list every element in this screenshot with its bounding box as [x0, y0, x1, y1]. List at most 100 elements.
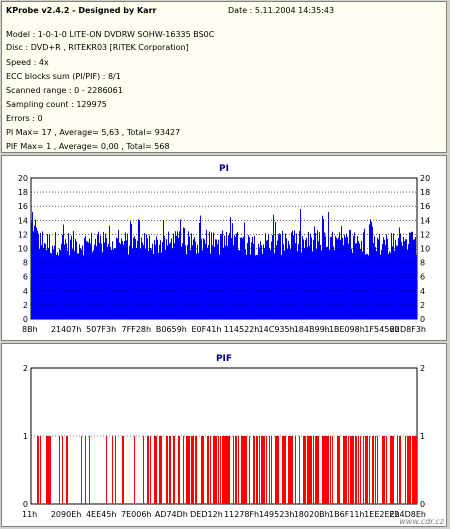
- x-tick-label: 114522h: [224, 325, 260, 334]
- pi-bar: [404, 241, 405, 319]
- pi-bar: [211, 232, 212, 319]
- pi-bar: [184, 228, 185, 319]
- pi-bar: [350, 230, 351, 319]
- pi-bar: [181, 246, 182, 319]
- pi-bar: [52, 245, 53, 319]
- pi-bar: [139, 220, 140, 319]
- pi-bar: [245, 249, 246, 319]
- pif-bar: [228, 436, 229, 504]
- pif-bar: [313, 436, 314, 504]
- pif-bar: [193, 436, 194, 504]
- pi-bar: [193, 239, 194, 319]
- pi-bar: [273, 214, 274, 319]
- pi-bar: [241, 237, 242, 319]
- pi-bar: [158, 252, 159, 319]
- pi-bar: [125, 232, 126, 319]
- pif-bar: [216, 436, 217, 504]
- pi-bar: [266, 240, 267, 319]
- pi-bar: [364, 228, 365, 319]
- y-tick-label-right: 0: [420, 500, 425, 509]
- pif-chart-panel: PIF 0 0 1 1 2 2 11h 2090Eh 4EE45h 7E006h AD74Dh DED1…: [1, 343, 447, 527]
- pi-bar: [305, 239, 306, 319]
- pi-bar: [258, 243, 259, 319]
- pi-bar: [372, 226, 373, 319]
- pif-bar: [161, 436, 162, 504]
- pi-bar: [261, 245, 262, 319]
- y-tick-label-right: 0: [420, 315, 425, 324]
- pif-bar: [412, 436, 413, 504]
- pi-bar: [238, 250, 239, 319]
- pi-bar: [205, 243, 206, 319]
- pi-bar: [122, 241, 123, 319]
- pi-bar: [37, 230, 38, 319]
- pif-bar: [186, 436, 187, 504]
- pi-bar: [395, 239, 396, 319]
- pif-bar: [309, 436, 310, 504]
- pi-bar: [110, 246, 111, 319]
- pi-bar: [303, 239, 304, 319]
- pi-bar: [321, 250, 322, 319]
- pif-bar: [59, 436, 60, 504]
- pi-bar: [144, 233, 145, 319]
- pif-bar: [416, 436, 417, 504]
- pi-bar: [200, 215, 201, 319]
- x-tick-label: 14C935h: [259, 325, 295, 334]
- pi-bar: [212, 245, 213, 319]
- pi-bar: [317, 230, 318, 319]
- pi-bar: [94, 244, 95, 319]
- x-tick-label: B0659h: [156, 325, 187, 334]
- pif-bar: [227, 436, 228, 504]
- pi-bar: [368, 255, 369, 319]
- pi-bar: [222, 230, 223, 319]
- pi-bar: [194, 237, 195, 319]
- pif-bar: [160, 436, 161, 504]
- pi-bar: [79, 244, 80, 319]
- pif-bar: [263, 436, 264, 504]
- pi-bar: [107, 246, 108, 319]
- pi-bar: [161, 252, 162, 319]
- pi-bar: [163, 220, 164, 319]
- pi-bar: [411, 231, 412, 319]
- pi-bar: [383, 237, 384, 319]
- pi-bar: [149, 235, 150, 319]
- pi-bar: [57, 252, 58, 319]
- pi-bar: [126, 240, 127, 319]
- pif-bar: [150, 436, 151, 504]
- pi-bar: [103, 232, 104, 319]
- pif-bar: [214, 436, 215, 504]
- pi-bar: [45, 244, 46, 319]
- pi-bar: [329, 249, 330, 319]
- pif-bar: [338, 436, 339, 504]
- pi-bar: [376, 251, 377, 319]
- pi-bar: [195, 241, 196, 319]
- y-tick-label-left: 2: [23, 301, 28, 310]
- pi-bar: [251, 242, 252, 319]
- pif-bar: [85, 436, 86, 504]
- pi-bar: [373, 243, 374, 319]
- pi-bar: [143, 245, 144, 319]
- pif-bar: [285, 436, 286, 504]
- pif-bar: [365, 436, 366, 504]
- pif-bar: [409, 436, 410, 504]
- pi-bar: [369, 224, 370, 319]
- x-tick-label: 7FF28h: [121, 325, 151, 334]
- pif-bar: [187, 436, 188, 504]
- pi-bar: [226, 231, 227, 319]
- pif-bar: [284, 436, 285, 504]
- pi-bar: [191, 233, 192, 319]
- pif-bar: [356, 436, 357, 504]
- pi-bar: [202, 250, 203, 319]
- pi-bar: [358, 240, 359, 319]
- pi-bar: [64, 244, 65, 319]
- pif-bar: [353, 436, 354, 504]
- pif-bar: [173, 436, 174, 504]
- pi-bar: [183, 227, 184, 319]
- pi-bar: [166, 239, 167, 319]
- x-tick-label: 8Bh: [22, 325, 38, 334]
- pi-bar: [326, 247, 327, 319]
- pif-bar: [400, 436, 401, 504]
- pif-bar: [358, 436, 359, 504]
- pi-bar: [51, 253, 52, 319]
- pi-bar: [254, 236, 255, 319]
- pi-bar: [260, 241, 261, 319]
